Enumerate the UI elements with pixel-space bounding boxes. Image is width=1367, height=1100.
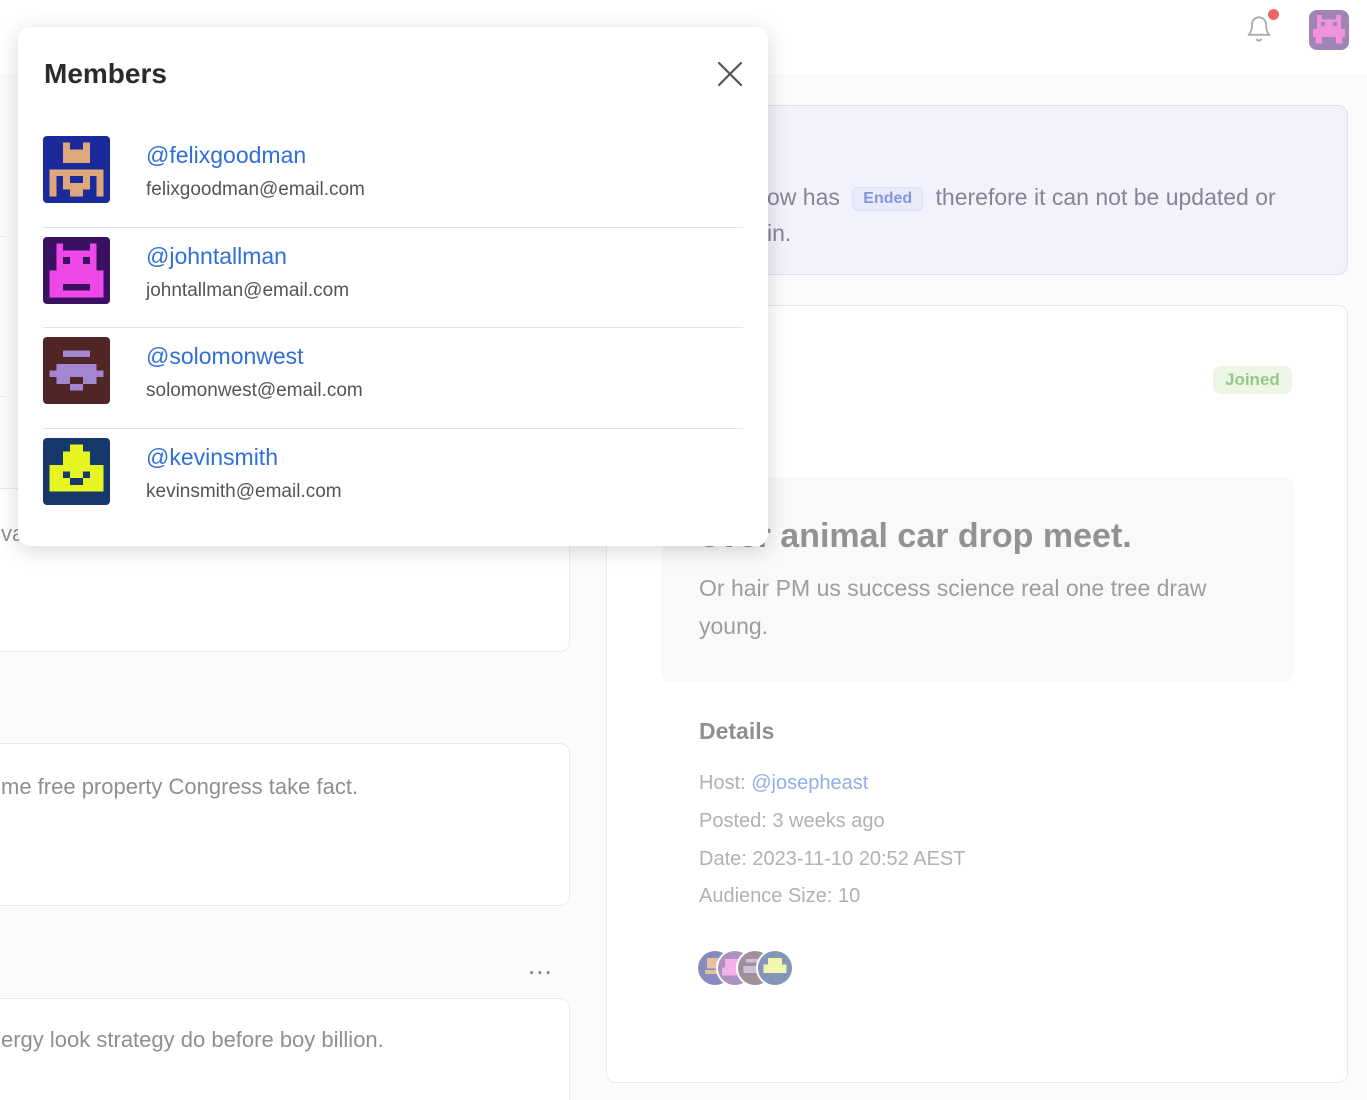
list-item: @solomonwest solomonwest@email.com [43, 328, 743, 429]
list-item: @felixgoodman felixgoodman@email.com [43, 127, 743, 228]
member-email: felixgoodman@email.com [146, 179, 365, 200]
member-handle-link[interactable]: @felixgoodman [146, 142, 306, 169]
members-list: @felixgoodman felixgoodman@email.com @jo… [43, 127, 743, 529]
avatar [43, 337, 110, 404]
close-icon[interactable] [714, 58, 746, 90]
member-email: kevinsmith@email.com [146, 480, 342, 502]
members-modal: Members @felixgoodman felixgoodman@email… [18, 27, 768, 546]
list-item: @kevinsmith kevinsmith@email.com [43, 429, 743, 530]
list-item: @johntallman johntallman@email.com [43, 228, 743, 328]
member-handle-link[interactable]: @kevinsmith [146, 444, 278, 471]
avatar [43, 136, 110, 203]
avatar [43, 437, 110, 505]
member-handle-link[interactable]: @johntallman [146, 243, 287, 270]
member-email: johntallman@email.com [146, 279, 350, 301]
modal-title: Members [44, 58, 167, 89]
avatar [43, 236, 110, 304]
member-handle-link[interactable]: @solomonwest [146, 343, 304, 370]
member-email: solomonwest@email.com [146, 380, 363, 401]
